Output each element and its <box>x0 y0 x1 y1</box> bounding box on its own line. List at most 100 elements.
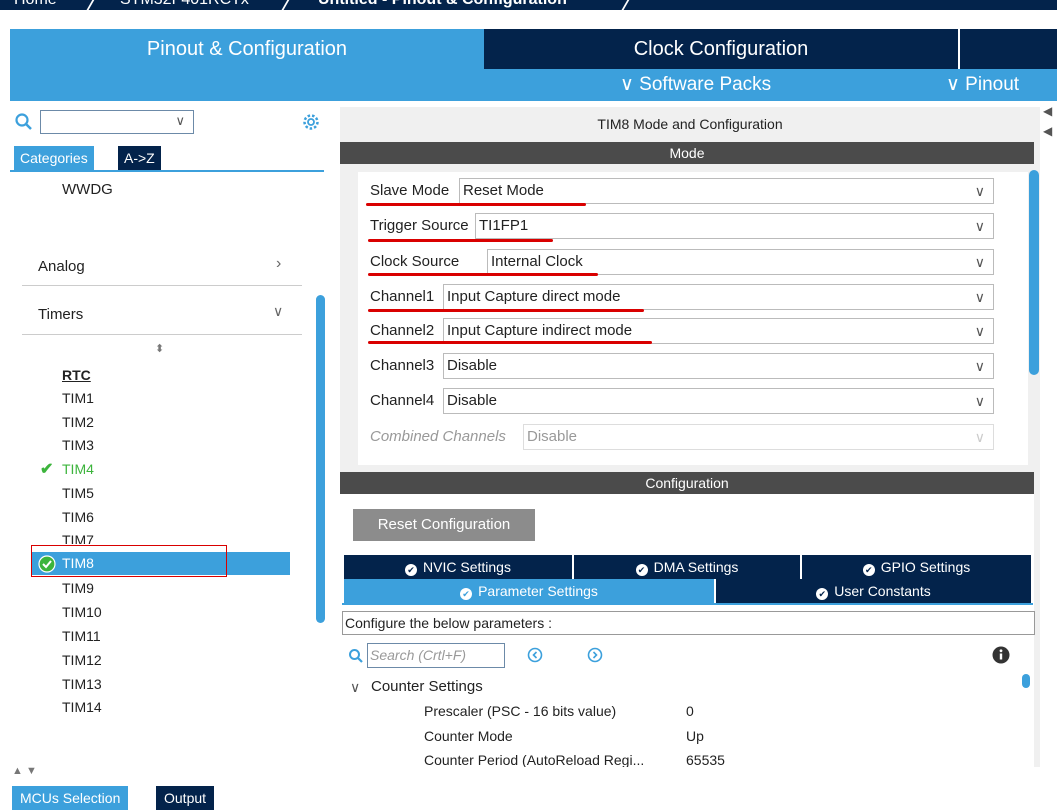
divider <box>342 603 1033 605</box>
tab-gpio-settings[interactable]: ✔ GPIO Settings <box>802 555 1031 579</box>
clock-source-select[interactable]: Internal Clock ∨ <box>487 249 994 275</box>
group-analog[interactable]: Analog <box>38 258 85 275</box>
list-item-rtc[interactable]: RTC <box>62 367 91 383</box>
breadcrumb-mcu[interactable]: STM32F401RCTx <box>120 0 249 9</box>
software-packs-menu[interactable]: ∨ Software Packs <box>620 69 771 101</box>
tab-mcus-selection[interactable]: MCUs Selection <box>12 786 129 810</box>
param-value[interactable]: 0 <box>686 703 694 719</box>
expand-icon[interactable]: ◀ <box>1043 124 1052 138</box>
select-value: Disable <box>447 392 498 409</box>
annotation-underline <box>368 239 553 242</box>
param-name: Counter Period (AutoReload Regi... <box>424 752 645 767</box>
channel3-select[interactable]: Disable ∨ <box>443 353 994 379</box>
tab-nvic-settings[interactable]: ✔ NVIC Settings <box>344 555 572 579</box>
list-item[interactable]: TIM12 <box>62 652 102 668</box>
chevron-down-icon: ∨ <box>974 358 985 374</box>
list-item[interactable]: TIM2 <box>62 414 94 430</box>
select-value: TI1FP1 <box>479 217 529 234</box>
list-item[interactable]: TIM14 <box>62 699 102 715</box>
check-icon: ✔ <box>40 461 54 478</box>
collapse-icon[interactable]: ◀ <box>1043 104 1052 118</box>
list-item[interactable]: TIM9 <box>62 580 94 596</box>
tab-more[interactable] <box>960 29 1057 69</box>
tab-dma-settings[interactable]: ✔ DMA Settings <box>574 555 800 579</box>
list-item[interactable]: TIM11 <box>62 628 101 644</box>
category-search-input[interactable]: ∨ <box>40 110 194 134</box>
scrollbar-thumb[interactable] <box>1022 674 1030 688</box>
mode-label: Trigger Source <box>370 217 469 234</box>
chevron-down-icon: ∨ <box>974 183 985 199</box>
combined-channels-select[interactable]: Disable ∨ <box>523 424 994 450</box>
configuration-header: Configuration <box>340 472 1034 494</box>
panel-title: TIM8 Mode and Configuration <box>597 116 783 132</box>
tab-categories[interactable]: Categories <box>14 146 94 170</box>
chevron-down-icon: ∨ <box>974 254 985 270</box>
list-item[interactable]: TIM3 <box>62 437 94 453</box>
mode-label: Channel1 <box>370 288 435 305</box>
tab-label: GPIO Settings <box>880 559 971 575</box>
param-value[interactable]: Up <box>686 728 704 744</box>
annotation-underline <box>366 203 586 206</box>
chevron-right-icon[interactable]: › <box>276 255 281 273</box>
divider <box>10 170 324 172</box>
tab-output[interactable]: Output <box>156 786 215 810</box>
list-item[interactable]: TIM7 <box>62 532 94 544</box>
mode-label: Channel2 <box>370 322 435 339</box>
next-icon[interactable] <box>587 647 603 663</box>
counter-settings-group[interactable]: Counter Settings <box>371 678 483 695</box>
list-item[interactable]: WWDG <box>62 181 113 198</box>
chevron-down-icon: ∨ <box>974 218 985 234</box>
breadcrumb-project[interactable]: Untitled - Pinout & Configuration <box>318 0 567 9</box>
param-value[interactable]: 65535 <box>686 752 725 767</box>
tab-user-constants[interactable]: ✔ User Constants <box>716 579 1031 603</box>
channel4-select[interactable]: Disable ∨ <box>443 388 994 414</box>
select-value: Disable <box>447 357 498 374</box>
param-name: Counter Mode <box>424 728 513 744</box>
search-icon[interactable] <box>14 112 34 132</box>
tab-a-z[interactable]: A->Z <box>118 146 161 170</box>
list-item[interactable]: TIM6 <box>62 509 94 525</box>
list-item-configured[interactable]: TIM4 <box>62 461 94 477</box>
group-timers[interactable]: Timers <box>38 306 83 323</box>
chevron-down-icon[interactable]: ∨ <box>273 303 283 320</box>
info-icon[interactable] <box>992 646 1010 664</box>
breadcrumb-separator <box>619 0 633 10</box>
chevron-down-icon: ∨ <box>974 323 985 339</box>
tab-pinout-configuration[interactable]: Pinout & Configuration <box>10 29 484 69</box>
reset-configuration-button[interactable]: Reset Configuration <box>353 509 535 541</box>
gear-icon[interactable] <box>301 112 321 132</box>
list-item[interactable]: TIM13 <box>62 676 102 692</box>
breadcrumb-home[interactable]: Home <box>14 0 57 9</box>
previous-icon[interactable] <box>527 647 543 663</box>
param-row-clipped: Counter Period (AutoReload Regi... 65535 <box>340 752 1020 767</box>
tab-clock-configuration[interactable]: Clock Configuration <box>484 29 958 69</box>
list-item[interactable]: TIM5 <box>62 485 94 501</box>
tab-label: Parameter Settings <box>478 583 598 599</box>
list-item[interactable]: TIM10 <box>62 604 102 620</box>
sort-icon[interactable]: ⬍ <box>155 342 164 355</box>
chevron-down-icon: ∨ <box>175 113 185 128</box>
slave-mode-select[interactable]: Reset Mode ∨ <box>459 178 994 204</box>
tab-label: NVIC Settings <box>423 559 511 575</box>
chevron-down-icon[interactable]: ∨ <box>350 679 360 696</box>
divider <box>22 285 302 286</box>
tab-parameter-settings[interactable]: ✔ Parameter Settings <box>344 579 714 603</box>
search-icon[interactable] <box>348 648 364 664</box>
tab-label: DMA Settings <box>653 559 739 575</box>
select-value: Internal Clock <box>491 253 583 270</box>
param-name: Prescaler (PSC - 16 bits value) <box>424 703 617 719</box>
chevron-down-icon: ∨ <box>974 289 985 305</box>
channel1-select[interactable]: Input Capture direct mode ∨ <box>443 284 994 310</box>
down-arrow-icon[interactable]: ▼ <box>26 765 37 777</box>
divider <box>22 334 302 335</box>
sub-toolbar: ∨ Software Packs ∨ Pinout <box>10 69 1057 101</box>
scrollbar-thumb[interactable] <box>316 295 325 623</box>
parameter-search-input[interactable]: Search (Crtl+F) <box>367 643 505 668</box>
trigger-source-select[interactable]: TI1FP1 ∨ <box>475 213 994 239</box>
annotation-box <box>31 545 227 577</box>
up-arrow-icon[interactable]: ▲ <box>12 765 23 777</box>
scrollbar-thumb[interactable] <box>1029 170 1039 375</box>
pinout-menu[interactable]: ∨ Pinout <box>946 69 1019 101</box>
list-item[interactable]: TIM1 <box>62 390 94 406</box>
chevron-down-icon: ∨ <box>974 429 985 445</box>
